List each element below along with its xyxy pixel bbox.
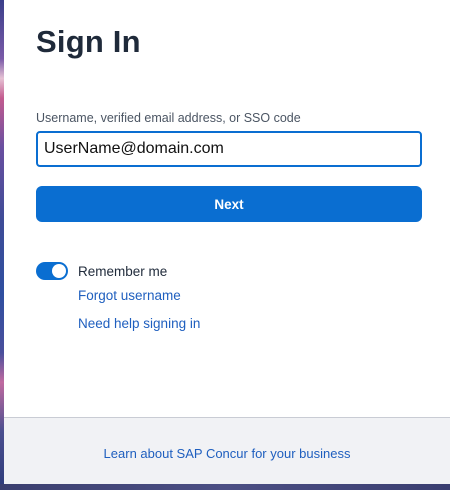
footer: Learn about SAP Concur for your business (4, 417, 450, 484)
need-help-link[interactable]: Need help signing in (78, 316, 200, 331)
toggle-knob (52, 264, 66, 278)
background-bottom-edge (0, 484, 450, 490)
remember-me-row: Remember me (36, 261, 167, 281)
remember-me-label: Remember me (78, 263, 168, 279)
username-label: Username, verified email address, or SSO… (36, 111, 301, 125)
sign-in-card: Sign In Username, verified email address… (4, 0, 450, 484)
page-title: Sign In (36, 24, 141, 59)
learn-more-link[interactable]: Learn about SAP Concur for your business (4, 446, 450, 461)
remember-me-toggle[interactable] (36, 262, 68, 280)
forgot-username-link[interactable]: Forgot username (78, 288, 181, 303)
next-button[interactable]: Next (36, 186, 422, 222)
username-input[interactable] (36, 131, 422, 167)
